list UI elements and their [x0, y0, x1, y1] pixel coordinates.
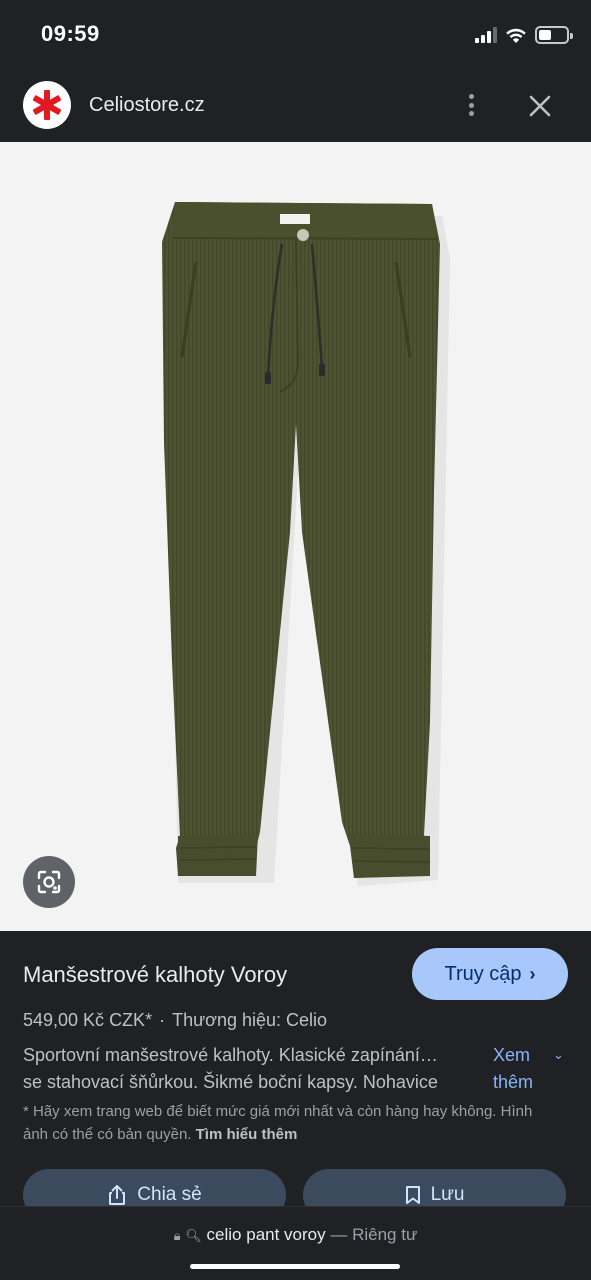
url-line[interactable]: 🔒︎ 🔍︎ celio pant voroy — Riêng tư: [0, 1225, 591, 1245]
site-name[interactable]: Celiostore.cz: [89, 94, 205, 117]
search-query: celio pant voroy: [206, 1225, 326, 1244]
dash: —: [330, 1225, 348, 1244]
site-header: Celiostore.cz: [0, 70, 591, 142]
search-icon: 🔍︎: [185, 1228, 202, 1243]
disclaimer: * Hãy xem trang web để biết mức giá mới …: [23, 1100, 543, 1146]
chevron-down-icon[interactable]: ⌄: [553, 1047, 564, 1063]
visit-button-label: Truy cập: [444, 962, 522, 985]
visit-button[interactable]: Truy cập ›: [412, 948, 568, 1000]
lens-icon: [37, 870, 61, 894]
product-info-panel: Manšestrové kalhoty Voroy Truy cập › 549…: [0, 931, 591, 1221]
cellular-signal-icon: [475, 27, 497, 43]
status-bar: 09:59: [0, 0, 591, 70]
product-title: Manšestrové kalhoty Voroy: [23, 962, 288, 987]
home-indicator: [190, 1264, 400, 1269]
share-button-label: Chia sẻ: [137, 1184, 202, 1205]
status-time: 09:59: [41, 21, 100, 46]
description-line: se stahovací šňůrkou. Šikmé boční kapsy.…: [23, 1072, 438, 1092]
product-image-area[interactable]: [0, 142, 591, 931]
asterisk-icon: [32, 90, 62, 120]
see-more-link[interactable]: Xem thêm: [493, 1042, 553, 1096]
more-options-icon[interactable]: [459, 90, 483, 120]
product-image: [162, 202, 450, 886]
chevron-right-icon: ›: [529, 963, 536, 984]
separator: ·: [159, 1010, 166, 1030]
save-button-label: Lưu: [430, 1184, 465, 1205]
learn-more-link[interactable]: Tìm hiểu thêm: [196, 1126, 298, 1143]
address-bar[interactable]: 🔒︎ 🔍︎ celio pant voroy — Riêng tư: [0, 1206, 591, 1280]
product-description: Sportovní manšestrové kalhoty. Klasické …: [23, 1042, 488, 1096]
price-line: 549,00 Kč CZK* · Thương hiệu: Celio: [23, 1010, 327, 1031]
product-brand: Thương hiệu: Celio: [172, 1010, 328, 1030]
wifi-icon: [506, 28, 526, 43]
battery-icon: [535, 26, 573, 44]
close-icon[interactable]: [524, 90, 556, 122]
status-icons: [475, 24, 573, 46]
site-logo-icon[interactable]: [23, 81, 71, 129]
product-price: 549,00 Kč CZK*: [23, 1010, 153, 1030]
google-lens-button[interactable]: [23, 856, 75, 908]
share-icon: [109, 1185, 126, 1205]
description-line: Sportovní manšestrové kalhoty. Klasické …: [23, 1045, 438, 1065]
lock-icon: 🔒︎: [173, 1228, 181, 1243]
privacy-label: Riêng tư: [352, 1225, 418, 1244]
bookmark-icon: [405, 1186, 420, 1204]
